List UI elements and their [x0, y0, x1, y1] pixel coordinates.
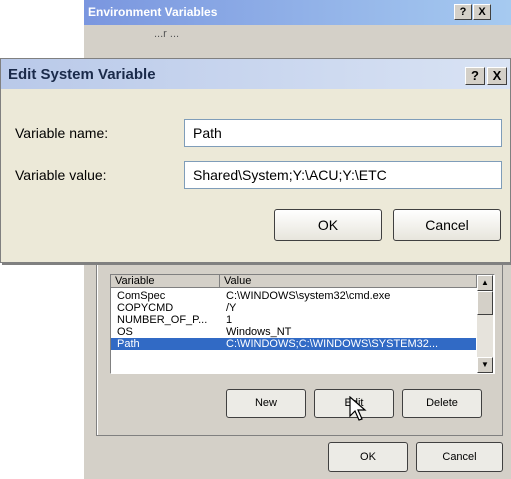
variable-name-cell: Path — [117, 338, 140, 350]
list-row-number-of-processors[interactable]: NUMBER_OF_P... 1 — [111, 314, 476, 326]
env-help-button[interactable]: ? — [454, 4, 472, 20]
column-header-value[interactable]: Value — [220, 275, 477, 288]
scroll-down-icon[interactable]: ▼ — [477, 357, 493, 373]
env-ok-label: OK — [360, 451, 376, 463]
delete-button-label: Delete — [426, 397, 458, 409]
close-icon: X — [478, 6, 486, 18]
new-button-label: New — [254, 397, 277, 409]
new-variable-button[interactable]: New — [226, 389, 306, 418]
edit-dialog-title: Edit System Variable — [8, 66, 156, 83]
delete-variable-button[interactable]: Delete — [402, 389, 482, 418]
env-ok-button[interactable]: OK — [328, 442, 408, 472]
scroll-thumb[interactable] — [477, 291, 493, 315]
edit-dialog-title-bar: Edit System Variable ? X — [1, 59, 510, 89]
edit-ok-button[interactable]: OK — [274, 209, 382, 241]
edit-close-button[interactable]: X — [487, 67, 507, 85]
list-row-os[interactable]: OS Windows_NT — [111, 326, 476, 338]
list-row-comspec[interactable]: ComSpec C:\WINDOWS\system32\cmd.exe — [111, 290, 476, 302]
variable-value-cell: C:\WINDOWS\system32\cmd.exe — [226, 290, 391, 302]
edit-help-button[interactable]: ? — [465, 67, 485, 85]
variable-name-input[interactable]: Path — [184, 119, 502, 147]
env-cancel-button[interactable]: Cancel — [416, 442, 503, 472]
help-icon: ? — [459, 6, 467, 18]
edit-cancel-button[interactable]: Cancel — [393, 209, 501, 241]
variable-name-cell: NUMBER_OF_P... — [117, 314, 208, 326]
list-row-path-selected[interactable]: Path C:\WINDOWS;C:\WINDOWS\SYSTEM32... — [111, 338, 476, 350]
variable-value-cell: Windows_NT — [226, 326, 292, 338]
env-window-title: Environment Variables — [88, 5, 218, 19]
variable-name-cell: ComSpec — [117, 290, 166, 302]
list-scrollbar[interactable]: ▲ ▼ — [477, 275, 493, 373]
edit-cancel-label: Cancel — [425, 217, 469, 233]
column-header-variable[interactable]: Variable — [111, 275, 220, 288]
env-title-bar: Environment Variables ? X — [84, 0, 511, 25]
help-icon: ? — [471, 68, 479, 83]
mouse-pointer-icon — [349, 396, 367, 421]
system-variables-list[interactable]: Variable Value ComSpec C:\WINDOWS\system… — [110, 274, 495, 374]
variable-name-cell: OS — [117, 326, 133, 338]
obscured-text: ...r ... — [154, 28, 180, 40]
env-close-button[interactable]: X — [473, 4, 491, 20]
env-cancel-label: Cancel — [442, 451, 477, 463]
variable-name-label: Variable name: — [15, 125, 109, 141]
edit-ok-label: OK — [317, 217, 339, 233]
variable-name-cell: COPYCMD — [117, 302, 174, 314]
variable-value-label: Variable value: — [15, 167, 107, 183]
variable-value-cell: /Y — [226, 302, 237, 314]
scroll-up-icon[interactable]: ▲ — [477, 275, 493, 291]
variable-value-cell: 1 — [226, 314, 233, 326]
variable-value-input[interactable]: Shared\System;Y:\ACU;Y:\ETC — [184, 161, 502, 189]
edit-system-variable-dialog: Edit System Variable ? X Variable name: … — [0, 58, 511, 263]
close-icon: X — [492, 68, 502, 83]
list-row-copycmd[interactable]: COPYCMD /Y — [111, 302, 476, 314]
variable-value-cell: C:\WINDOWS;C:\WINDOWS\SYSTEM32... — [226, 338, 439, 350]
